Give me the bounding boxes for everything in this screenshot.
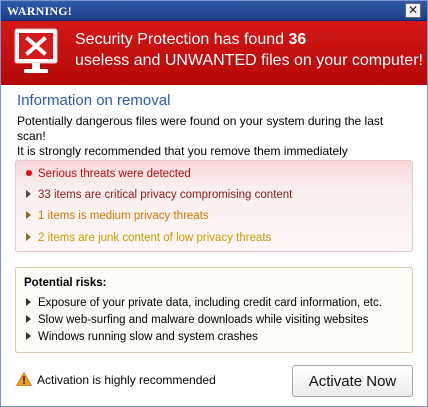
- risk-item: Slow web-surfing and malware downloads w…: [24, 314, 368, 326]
- activate-now-button[interactable]: Activate Now: [292, 365, 413, 397]
- risk-label: Slow web-surfing and malware downloads w…: [38, 314, 369, 326]
- bullet-arrow-icon: [26, 332, 31, 340]
- bullet-arrow-icon: [26, 298, 31, 306]
- threat-item: Serious threats were detected: [24, 168, 191, 184]
- red-dot-icon: [26, 170, 32, 176]
- intro-text: Potentially dangerous files were found o…: [17, 114, 384, 143]
- threat-label: 1 items is medium privacy threats: [38, 210, 209, 222]
- risks-panel: Potential risks: Exposure of your privat…: [15, 267, 413, 353]
- risk-item: Exposure of your private data, including…: [24, 297, 382, 309]
- threat-item: 33 items are critical privacy compromisi…: [24, 189, 292, 205]
- monitor-x-icon: [14, 28, 58, 73]
- risk-label: Exposure of your private data, including…: [38, 297, 382, 309]
- risks-title: Potential risks:: [24, 277, 107, 289]
- bullet-arrow-icon: [26, 211, 31, 219]
- threats-panel: Serious threats were detected 33 items a…: [15, 160, 413, 252]
- section-title: Information on removal: [17, 92, 171, 109]
- close-button[interactable]: ✕: [405, 3, 421, 18]
- warning-triangle-icon: [16, 372, 32, 386]
- window-title: WARNING!: [7, 4, 72, 18]
- threat-label: Serious threats were detected: [38, 168, 191, 180]
- threat-item: 1 items is medium privacy threats: [24, 210, 209, 226]
- banner-headline: Security Protection has found 36: [75, 31, 306, 49]
- threat-item: 2 items are junk content of low privacy …: [24, 232, 271, 248]
- title-bar[interactable]: WARNING! ✕: [1, 1, 427, 21]
- banner-subline: useless and UNWANTED files on your compu…: [75, 52, 423, 69]
- activation-note: Activation is highly recommended: [37, 373, 216, 387]
- threat-label: 33 items are critical privacy compromisi…: [38, 189, 293, 201]
- bullet-arrow-icon: [26, 190, 31, 198]
- threat-label: 2 items are junk content of low privacy …: [38, 232, 272, 244]
- warning-window: WARNING! ✕ Security Protection has found…: [0, 0, 428, 407]
- bullet-arrow-icon: [26, 233, 31, 241]
- alert-banner: Security Protection has found 36 useless…: [1, 21, 427, 85]
- risk-label: Windows running slow and system crashes: [38, 331, 258, 343]
- found-count: 36: [288, 31, 307, 48]
- recommendation-text: It is strongly recommended that you remo…: [17, 144, 348, 158]
- risk-item: Windows running slow and system crashes: [24, 331, 258, 343]
- banner-headline-prefix: Security Protection has found: [75, 31, 289, 48]
- bullet-arrow-icon: [26, 315, 31, 323]
